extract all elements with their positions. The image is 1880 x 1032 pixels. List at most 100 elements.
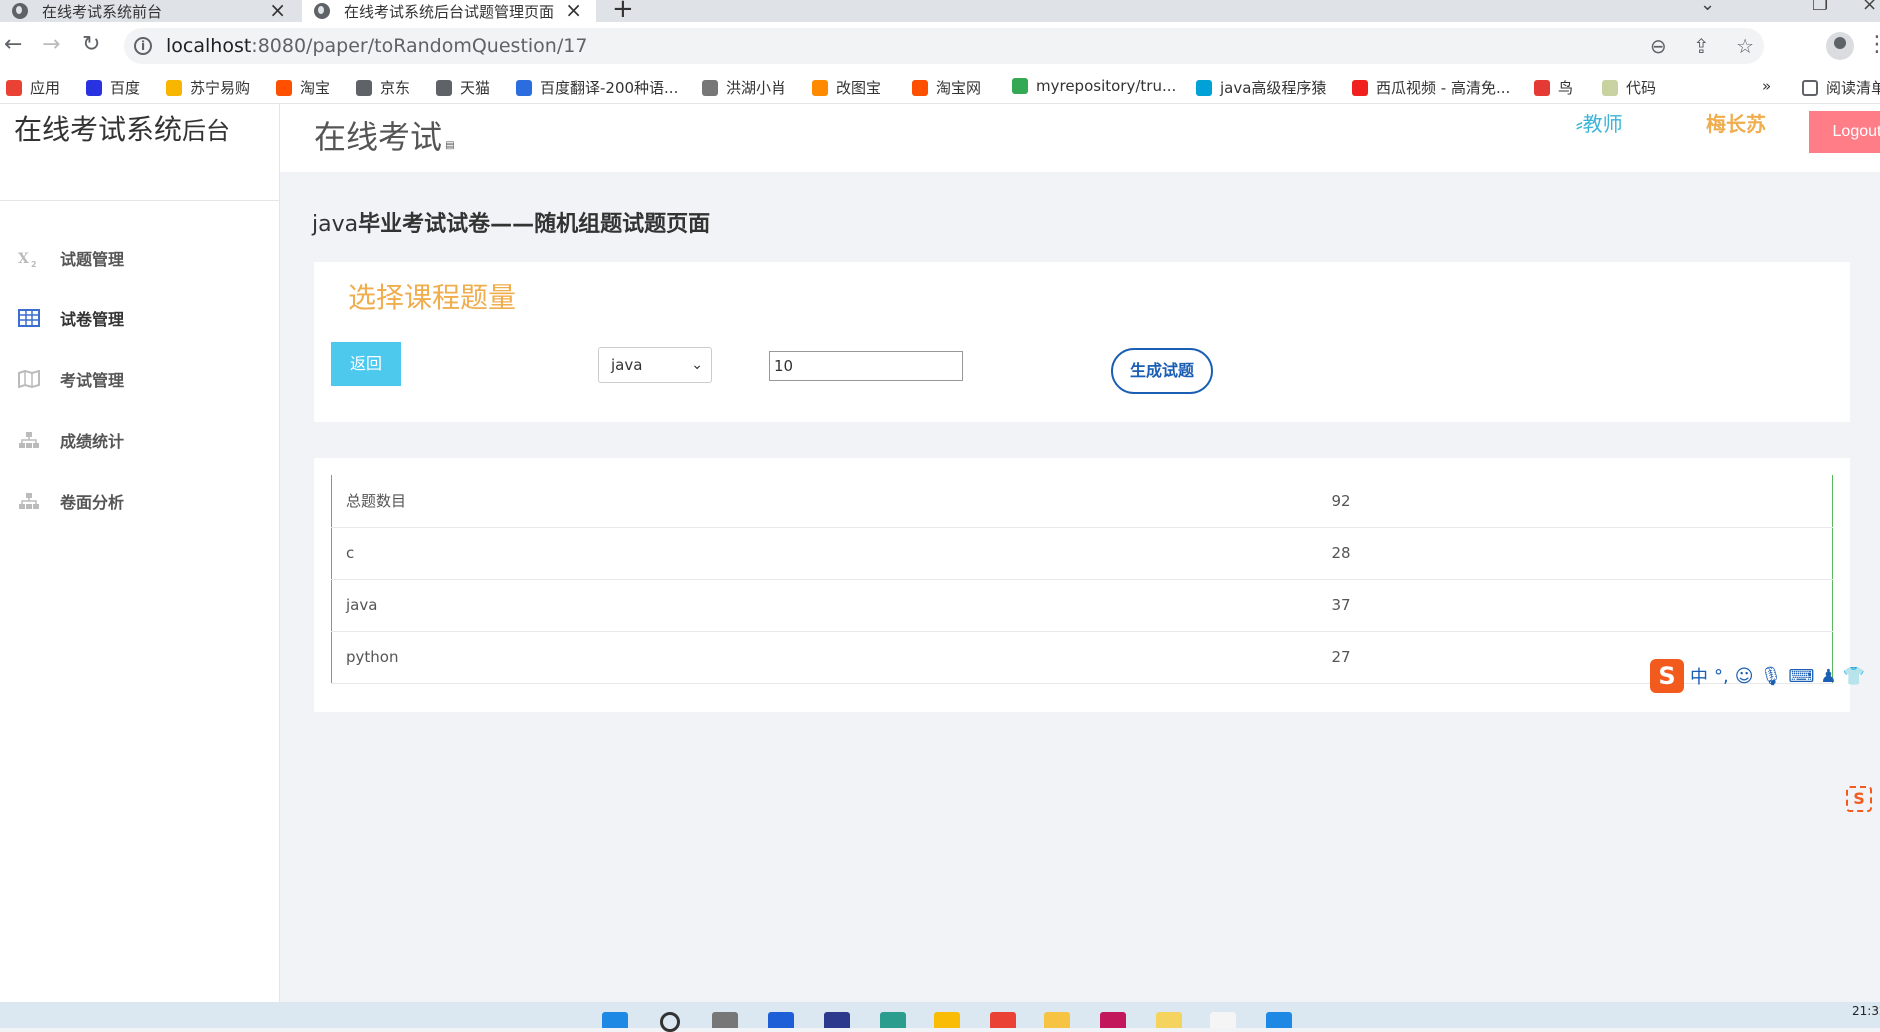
windows-start-icon[interactable] (602, 1012, 628, 1028)
bookmark-apps[interactable]: 应用 (6, 77, 60, 98)
restore-window-icon[interactable]: ❐ (1812, 0, 1828, 15)
bookmark-xigua[interactable]: 西瓜视频 - 高清免... (1352, 77, 1510, 98)
sidebar-divider (0, 200, 280, 201)
search-icon[interactable] (660, 1012, 680, 1032)
folder-icon[interactable] (1044, 1012, 1070, 1028)
url-text: localhost:8080/paper/toRandomQuestion/17 (166, 35, 588, 57)
reading-list[interactable]: 阅读清单 (1802, 77, 1880, 98)
page-title: 在线考试 ▤ (314, 118, 455, 156)
table-row: c 28 (331, 527, 1833, 580)
widgets-icon[interactable] (768, 1012, 794, 1028)
microphone-icon[interactable]: 🎙 (1760, 666, 1783, 687)
ime-mode[interactable]: 中 (1690, 663, 1708, 689)
bookmark-suning[interactable]: 苏宁易购 (166, 77, 250, 98)
back-button[interactable]: 返回 (331, 342, 401, 386)
sidebar-item-analysis[interactable]: 卷面分析 (18, 489, 124, 513)
tab-title: 在线考试系统前台 (42, 2, 163, 21)
table-row: 总题数目 92 (331, 475, 1833, 528)
grid-icon (18, 309, 40, 327)
bookmark-jd[interactable]: 京东 (356, 77, 410, 98)
bookmark-niao[interactable]: 鸟 (1534, 77, 1573, 98)
course-select[interactable]: java ⌄ (598, 347, 712, 383)
bilibili-icon (1196, 79, 1212, 96)
globe-icon (314, 3, 330, 19)
gaitubao-icon (812, 79, 828, 96)
logout-button[interactable]: Logout (1809, 111, 1880, 153)
share-icon[interactable]: ⇪ (1693, 34, 1710, 58)
site-info-icon[interactable]: i (134, 37, 152, 55)
generate-questions-button[interactable]: 生成试题 (1111, 348, 1213, 394)
keyboard-icon[interactable]: ⌨ (1788, 666, 1814, 687)
bookmark-baidu[interactable]: 百度 (86, 77, 140, 98)
user-role: ⸗教师 (1576, 112, 1623, 136)
bookmark-code[interactable]: 代码 (1602, 77, 1656, 98)
sidebar-item-papers[interactable]: 试卷管理 (18, 306, 124, 330)
bookmarks-overflow[interactable]: » (1762, 77, 1771, 95)
row-name: c (331, 527, 1332, 580)
emoji-icon[interactable]: ☺ (1735, 666, 1754, 687)
code-icon (1602, 79, 1618, 96)
star-icon[interactable]: ☆ (1736, 34, 1754, 58)
bookmark-taobaowang[interactable]: 淘宝网 (912, 77, 981, 98)
close-icon[interactable]: × (565, 0, 582, 22)
menu-toggle-icon[interactable]: ▤ (442, 140, 454, 151)
globe-icon (436, 79, 452, 96)
question-count-card: 总题数目 92 c 28 java 37 python 27 (314, 458, 1850, 712)
sidebar-item-scores[interactable]: 成绩统计 (18, 428, 124, 452)
sogou-logo-icon[interactable]: S (1650, 659, 1684, 693)
skin-icon[interactable]: 👕 (1842, 666, 1864, 687)
apps-grid-icon (6, 79, 22, 96)
page-heading: java毕业考试试卷——随机组题试题页面 (312, 212, 711, 237)
intellij-icon[interactable] (1100, 1012, 1126, 1028)
new-tab-icon[interactable]: + (612, 0, 634, 24)
sogou-mini-icon[interactable]: S (1846, 786, 1872, 812)
chrome-icon[interactable] (934, 1012, 960, 1028)
bookmark-taobao[interactable]: 淘宝 (276, 77, 330, 98)
bookmark-java-programmer[interactable]: java高级程序猿 (1196, 77, 1326, 98)
profile-avatar-icon[interactable] (1826, 32, 1854, 60)
sidebar: 在线考试系统后台 X2 试题管理 试卷管理 考试管理 成绩统计 卷面分析 (0, 104, 280, 1002)
close-window-icon[interactable]: × (1862, 0, 1877, 15)
forward-arrow-icon[interactable]: → (42, 32, 60, 57)
reading-list-icon (1802, 79, 1818, 96)
task-view-icon[interactable] (712, 1012, 738, 1028)
url-field[interactable]: i localhost:8080/paper/toRandomQuestion/… (124, 28, 1764, 64)
bookmark-tmall[interactable]: 天猫 (436, 77, 490, 98)
browser-tab-backend[interactable]: 在线考试系统后台试题管理页面 × (302, 0, 596, 22)
close-icon[interactable]: × (269, 0, 286, 22)
chrome-active-icon[interactable] (990, 1012, 1016, 1028)
menu-icon[interactable]: ⋮ (1866, 32, 1880, 57)
sidebar-item-exams[interactable]: 考试管理 (18, 367, 124, 391)
username: 梅长苏 (1706, 112, 1766, 136)
row-count: 37 (1331, 579, 1833, 632)
zoom-icon[interactable]: ⊖ (1650, 34, 1667, 58)
back-arrow-icon[interactable]: ← (4, 32, 22, 57)
tab-title: 在线考试系统后台试题管理页面 (344, 2, 555, 21)
table-row: python 27 (331, 631, 1833, 684)
row-count: 92 (1331, 475, 1833, 528)
row-count: 28 (1331, 527, 1833, 580)
reload-icon[interactable]: ↻ (82, 32, 100, 57)
url-actions: ⊖ ⇪ ☆ (1640, 34, 1764, 58)
punctuation-icon[interactable]: °, (1714, 666, 1729, 687)
bookmark-gaitubao[interactable]: 改图宝 (812, 77, 881, 98)
bookmark-myrepository[interactable]: myrepository/tru... (1012, 77, 1176, 95)
app-icon[interactable] (1210, 1012, 1236, 1028)
edge-icon[interactable] (880, 1012, 906, 1028)
bookmark-honghu[interactable]: 洪湖小肖 (702, 77, 786, 98)
bookmarks-bar: 应用 百度 苏宁易购 淘宝 京东 天猫 百度翻译-200种语... 洪湖小肖 改… (0, 70, 1880, 104)
bookmark-baidu-translate[interactable]: 百度翻译-200种语... (516, 77, 678, 98)
quantity-input[interactable]: 10 (769, 351, 963, 381)
row-name: java (331, 579, 1332, 632)
sidebar-item-questions[interactable]: X2 试题管理 (18, 246, 124, 270)
tab-search-icon[interactable]: ⌄ (1700, 0, 1715, 15)
app-icon[interactable] (1156, 1012, 1182, 1028)
svg-text:X: X (18, 251, 29, 267)
baidu-paw-icon (86, 79, 102, 96)
user-icon[interactable]: ♟ (1820, 666, 1836, 687)
app-icon[interactable] (1266, 1012, 1292, 1028)
clock: 21:32 (1852, 1004, 1880, 1018)
os-taskbar: 21:32 (0, 1002, 1880, 1032)
browser-tab-frontend[interactable]: 在线考试系统前台 × (0, 0, 300, 22)
app-icon[interactable] (824, 1012, 850, 1028)
